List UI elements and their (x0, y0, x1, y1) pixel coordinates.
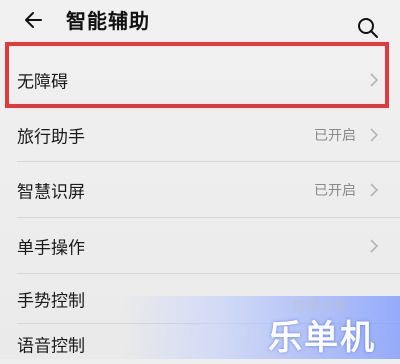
chevron-right-icon (370, 128, 379, 142)
settings-item-travel-assistant[interactable]: 旅行助手 已开启 (0, 108, 400, 162)
chevron-right-icon (370, 73, 379, 87)
faded-text: 智慧识屏 (292, 299, 348, 315)
chevron-right-icon (370, 239, 379, 253)
settings-item-label: 旅行助手 (17, 127, 85, 148)
settings-item-accessibility[interactable]: 无障碍 (0, 52, 400, 108)
chevron-right-icon (370, 183, 379, 197)
settings-item-label: 语音控制 (17, 336, 85, 357)
settings-item-voice-control[interactable]: 语音控制 (0, 324, 400, 364)
settings-item-label: 手势控制 (17, 291, 85, 312)
status-text: 已开启 (314, 183, 356, 199)
settings-item-smart-screen-recognition[interactable]: 智慧识屏 已开启 (0, 162, 400, 218)
search-icon[interactable] (357, 17, 379, 39)
settings-item-label: 单手操作 (17, 238, 85, 259)
settings-item-label: 智慧识屏 (17, 182, 85, 203)
header: 智能辅助 (0, 0, 400, 44)
status-text: 已开启 (314, 128, 356, 144)
settings-item-label: 无障碍 (17, 72, 68, 93)
settings-item-one-handed-mode[interactable]: 单手操作 (0, 218, 400, 274)
back-arrow-icon[interactable] (22, 8, 46, 32)
screen: 智能辅助 无障碍 旅行助手 已开启 智慧识屏 已开启 单手操作 手势控制 语音控… (0, 0, 400, 359)
page-title: 智能辅助 (66, 9, 150, 33)
